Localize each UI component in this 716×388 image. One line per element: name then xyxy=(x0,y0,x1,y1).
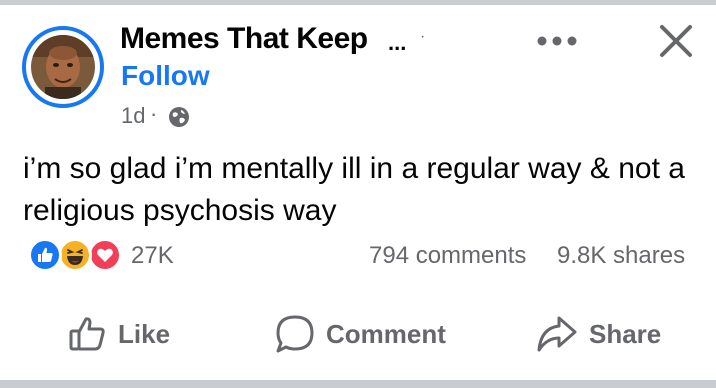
top-divider xyxy=(0,0,716,5)
name-separator: · xyxy=(420,28,426,45)
share-button[interactable]: Share xyxy=(535,306,661,362)
love-reaction-icon xyxy=(88,238,122,272)
globe-icon xyxy=(168,106,190,128)
comment-bubble-icon xyxy=(274,313,316,355)
like-button[interactable]: Like xyxy=(68,306,170,362)
post-timestamp[interactable]: 1d xyxy=(121,103,145,129)
like-label: Like xyxy=(118,318,171,349)
name-truncation: ... xyxy=(388,30,407,55)
share-label: Share xyxy=(589,318,662,349)
shares-count[interactable]: 9.8K shares xyxy=(557,242,685,270)
close-icon[interactable] xyxy=(659,24,693,58)
reaction-icons[interactable] xyxy=(28,238,128,274)
bottom-divider xyxy=(0,380,716,388)
comment-button[interactable]: Comment xyxy=(274,306,446,362)
share-arrow-icon xyxy=(535,314,579,354)
like-reaction-icon xyxy=(28,238,62,272)
thumbs-up-icon xyxy=(68,314,108,354)
meta-separator: · xyxy=(150,101,158,126)
follow-button[interactable]: Follow xyxy=(121,60,210,92)
profile-avatar[interactable] xyxy=(22,26,104,108)
reaction-count[interactable]: 27K xyxy=(131,242,174,270)
page-name[interactable]: Memes That Keep xyxy=(120,22,368,56)
more-options-icon[interactable] xyxy=(536,34,578,48)
comments-count[interactable]: 794 comments xyxy=(369,242,526,270)
avatar-image xyxy=(31,35,95,99)
haha-reaction-icon xyxy=(58,238,92,272)
post-text: i’m so glad i’m mentally ill in a regula… xyxy=(23,152,685,227)
comment-label: Comment xyxy=(326,318,446,349)
